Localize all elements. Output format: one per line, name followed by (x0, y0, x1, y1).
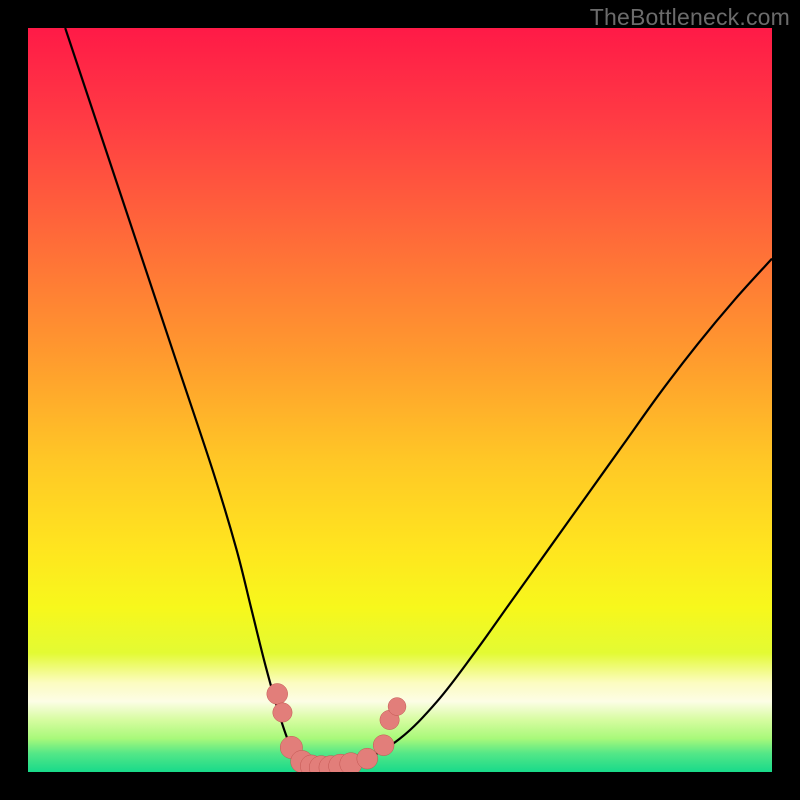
curve-marker (357, 748, 378, 769)
curve-marker (373, 735, 394, 756)
plot-area (28, 28, 772, 772)
gradient-background (28, 28, 772, 772)
curve-marker (388, 698, 406, 716)
curve-marker (273, 703, 292, 722)
chart-svg (28, 28, 772, 772)
chart-frame: TheBottleneck.com (0, 0, 800, 800)
watermark-text: TheBottleneck.com (590, 4, 790, 31)
curve-marker (267, 683, 288, 704)
